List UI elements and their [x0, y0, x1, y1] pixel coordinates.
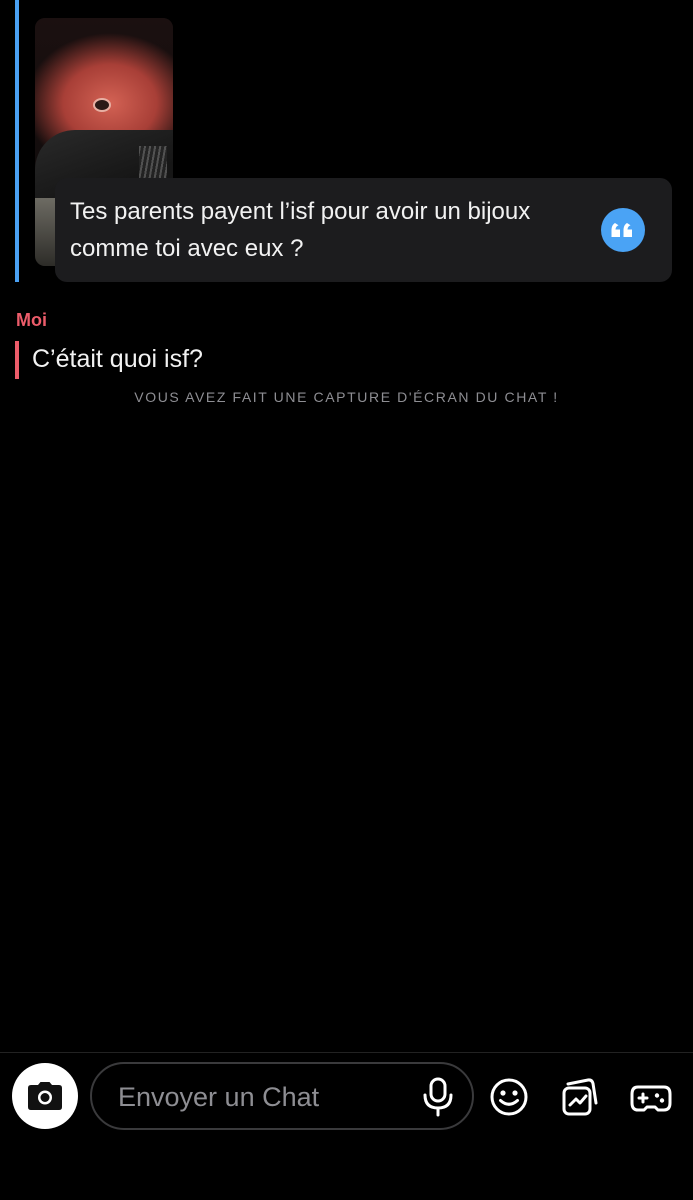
camera-icon: [28, 1082, 62, 1110]
my-message-text[interactable]: C’était quoi isf?: [32, 343, 203, 375]
chat-input-container[interactable]: [90, 1062, 474, 1130]
games-icon[interactable]: [630, 1076, 672, 1118]
screenshot-notice: VOUS AVEZ FAIT UNE CAPTURE D'ÉCRAN DU CH…: [134, 389, 559, 405]
microphone-icon[interactable]: [420, 1077, 456, 1117]
friend-message-bubble[interactable]: Tes parents payent l’isf pour avoir un b…: [55, 178, 672, 282]
sticker-icon[interactable]: [559, 1076, 601, 1118]
chat-input[interactable]: [116, 1076, 410, 1118]
camera-button[interactable]: [12, 1063, 78, 1129]
emoji-icon[interactable]: [488, 1076, 530, 1118]
friend-message-text: Tes parents payent l’isf pour avoir un b…: [70, 198, 531, 262]
my-sender-label: Moi: [16, 310, 47, 330]
composer-divider: [0, 1052, 693, 1053]
friend-message-accent-bar: [15, 0, 19, 282]
quote-glyph-icon: [611, 223, 632, 237]
previous-message-remnant: [0, 0, 693, 2]
quote-icon[interactable]: [601, 208, 645, 252]
snap-image-eye: [93, 98, 111, 112]
my-message-accent-bar: [15, 341, 19, 379]
